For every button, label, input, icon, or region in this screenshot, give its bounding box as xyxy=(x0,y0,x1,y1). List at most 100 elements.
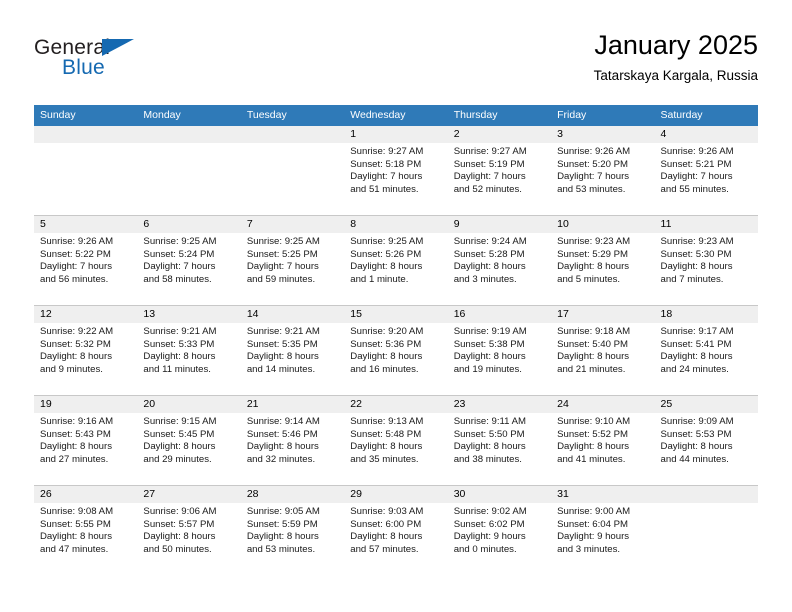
calendar-day-cell[interactable]: Sunrise: 9:14 AM Sunset: 5:46 PM Daylight:… xyxy=(241,413,344,485)
day-number-empty xyxy=(655,486,758,503)
calendar-day-cell[interactable]: Sunrise: 9:13 AM Sunset: 5:48 PM Daylight:… xyxy=(344,413,447,485)
sunset-text: Sunset: 5:59 PM xyxy=(246,518,318,530)
day-number[interactable]: 5 xyxy=(34,216,137,233)
calendar-day-cell[interactable]: Sunrise: 9:21 AM Sunset: 5:35 PM Daylight:… xyxy=(241,323,344,395)
day-number[interactable]: 11 xyxy=(655,216,758,233)
calendar-day-cell-empty xyxy=(34,143,137,215)
calendar-day-cell[interactable]: Sunrise: 9:26 AM Sunset: 5:22 PM Daylight:… xyxy=(34,233,137,305)
calendar-day-cell[interactable]: Sunrise: 9:25 AM Sunset: 5:25 PM Daylight:… xyxy=(241,233,344,305)
daylight-text: Daylight: 8 hours xyxy=(246,441,319,453)
calendar-day-cell[interactable]: Sunrise: 9:27 AM Sunset: 5:19 PM Daylight:… xyxy=(448,143,551,215)
calendar-day-cell[interactable]: Sunrise: 9:17 AM Sunset: 5:41 PM Daylight:… xyxy=(655,323,758,395)
day-number[interactable]: 15 xyxy=(344,306,447,323)
week-daynumber-band: 5 6 7 8 9 10 11 xyxy=(34,216,758,233)
sunset-text: Sunset: 5:36 PM xyxy=(350,338,422,350)
day-number[interactable]: 19 xyxy=(34,396,137,413)
calendar-day-cell[interactable]: Sunrise: 9:23 AM Sunset: 5:30 PM Daylight:… xyxy=(655,233,758,305)
calendar-week-row: 5 6 7 8 9 10 11 Sunrise: 9:26 AM Sunset: 5:22 PM… xyxy=(34,215,758,305)
day-number[interactable]: 20 xyxy=(137,396,240,413)
general-blue-logo[interactable]: General Blue xyxy=(34,36,234,88)
sunset-text: Sunset: 5:57 PM xyxy=(143,518,215,530)
calendar-day-cell[interactable]: Sunrise: 9:09 AM Sunset: 5:53 PM Daylight:… xyxy=(655,413,758,485)
day-number[interactable]: 14 xyxy=(241,306,344,323)
calendar-day-cell[interactable]: Sunrise: 9:21 AM Sunset: 5:33 PM Daylight:… xyxy=(137,323,240,395)
day-number[interactable]: 21 xyxy=(241,396,344,413)
day-number[interactable]: 28 xyxy=(241,486,344,503)
calendar-day-cell[interactable]: Sunrise: 9:00 AM Sunset: 6:04 PM Daylight:… xyxy=(551,503,654,575)
sunrise-text: Sunrise: 9:23 AM xyxy=(660,236,734,247)
daylight-text-cont: and 52 minutes. xyxy=(453,183,522,195)
week-body-row: Sunrise: 9:16 AM Sunset: 5:43 PM Daylight:… xyxy=(34,413,758,485)
day-number-empty xyxy=(34,126,137,143)
calendar-day-cell[interactable]: Sunrise: 9:26 AM Sunset: 5:21 PM Daylight:… xyxy=(655,143,758,215)
sunrise-text: Sunrise: 9:05 AM xyxy=(246,506,320,517)
sunrise-text: Sunrise: 9:03 AM xyxy=(350,506,424,517)
day-number[interactable]: 22 xyxy=(344,396,447,413)
calendar-day-cell[interactable]: Sunrise: 9:15 AM Sunset: 5:45 PM Daylight:… xyxy=(137,413,240,485)
daylight-text: Daylight: 8 hours xyxy=(350,441,423,453)
weekday-header-saturday: Saturday xyxy=(660,109,703,121)
day-number[interactable]: 29 xyxy=(344,486,447,503)
week-daynumber-band: 26 27 28 29 30 31 xyxy=(34,486,758,503)
day-number[interactable]: 3 xyxy=(551,126,654,143)
day-number[interactable]: 13 xyxy=(137,306,240,323)
daylight-text-cont: and 38 minutes. xyxy=(453,453,522,465)
calendar-day-cell[interactable]: Sunrise: 9:25 AM Sunset: 5:26 PM Daylight:… xyxy=(344,233,447,305)
sunset-text: Sunset: 5:30 PM xyxy=(660,248,732,260)
day-number[interactable]: 10 xyxy=(551,216,654,233)
day-number[interactable]: 9 xyxy=(448,216,551,233)
sunset-text: Sunset: 5:19 PM xyxy=(453,158,525,170)
day-number[interactable]: 31 xyxy=(551,486,654,503)
calendar-day-cell[interactable]: Sunrise: 9:24 AM Sunset: 5:28 PM Daylight:… xyxy=(448,233,551,305)
calendar-week-row: 12 13 14 15 16 17 18 Sunrise: 9:22 AM Sunset: 5:… xyxy=(34,305,758,395)
calendar-day-cell[interactable]: Sunrise: 9:06 AM Sunset: 5:57 PM Daylight:… xyxy=(137,503,240,575)
location-subtitle: Tatarskaya Kargala, Russia xyxy=(593,68,758,83)
day-number[interactable]: 23 xyxy=(448,396,551,413)
day-number[interactable]: 24 xyxy=(551,396,654,413)
calendar-day-cell[interactable]: Sunrise: 9:02 AM Sunset: 6:02 PM Daylight:… xyxy=(448,503,551,575)
day-number[interactable]: 7 xyxy=(241,216,344,233)
daylight-text-cont: and 53 minutes. xyxy=(246,543,316,555)
daylight-text: Daylight: 9 hours xyxy=(453,531,526,543)
calendar-day-cell[interactable]: Sunrise: 9:25 AM Sunset: 5:24 PM Daylight:… xyxy=(137,233,240,305)
sunrise-text: Sunrise: 9:13 AM xyxy=(350,416,424,427)
day-number[interactable]: 4 xyxy=(655,126,758,143)
sunrise-text: Sunrise: 9:26 AM xyxy=(40,236,114,247)
sunset-text: Sunset: 5:35 PM xyxy=(246,338,318,350)
daylight-text-cont: and 19 minutes. xyxy=(453,363,522,375)
calendar-day-cell[interactable]: Sunrise: 9:26 AM Sunset: 5:20 PM Daylight:… xyxy=(551,143,654,215)
calendar-day-cell[interactable]: Sunrise: 9:23 AM Sunset: 5:29 PM Daylight:… xyxy=(551,233,654,305)
day-number[interactable]: 25 xyxy=(655,396,758,413)
daylight-text-cont: and 24 minutes. xyxy=(660,363,729,375)
weeks-container: 1 2 3 4 Sunrise: 9:27 AM Sunset: 5:18 PM Dayli… xyxy=(34,126,758,575)
day-number[interactable]: 16 xyxy=(448,306,551,323)
daylight-text: Daylight: 7 hours xyxy=(143,261,216,273)
page-title: January 2025 xyxy=(594,30,758,60)
sunset-text: Sunset: 5:52 PM xyxy=(557,428,629,440)
calendar-day-cell[interactable]: Sunrise: 9:03 AM Sunset: 6:00 PM Daylight:… xyxy=(344,503,447,575)
calendar-day-cell[interactable]: Sunrise: 9:11 AM Sunset: 5:50 PM Daylight:… xyxy=(448,413,551,485)
daylight-text: Daylight: 8 hours xyxy=(453,351,526,363)
calendar-day-cell[interactable]: Sunrise: 9:08 AM Sunset: 5:55 PM Daylight:… xyxy=(34,503,137,575)
weekday-header-monday: Monday xyxy=(143,109,181,121)
calendar-day-cell[interactable]: Sunrise: 9:22 AM Sunset: 5:32 PM Daylight:… xyxy=(34,323,137,395)
day-number[interactable]: 2 xyxy=(448,126,551,143)
calendar-day-cell[interactable]: Sunrise: 9:19 AM Sunset: 5:38 PM Daylight:… xyxy=(448,323,551,395)
day-number[interactable]: 26 xyxy=(34,486,137,503)
sunrise-text: Sunrise: 9:25 AM xyxy=(143,236,217,247)
day-number[interactable]: 30 xyxy=(448,486,551,503)
calendar-day-cell[interactable]: Sunrise: 9:10 AM Sunset: 5:52 PM Daylight:… xyxy=(551,413,654,485)
day-number[interactable]: 12 xyxy=(34,306,137,323)
calendar-day-cell[interactable]: Sunrise: 9:18 AM Sunset: 5:40 PM Daylight:… xyxy=(551,323,654,395)
day-number[interactable]: 27 xyxy=(137,486,240,503)
day-number[interactable]: 8 xyxy=(344,216,447,233)
day-number[interactable]: 18 xyxy=(655,306,758,323)
daylight-text-cont: and 16 minutes. xyxy=(350,363,419,375)
calendar-day-cell[interactable]: Sunrise: 9:27 AM Sunset: 5:18 PM Daylight:… xyxy=(344,143,447,215)
calendar-day-cell[interactable]: Sunrise: 9:05 AM Sunset: 5:59 PM Daylight:… xyxy=(241,503,344,575)
calendar-day-cell[interactable]: Sunrise: 9:20 AM Sunset: 5:36 PM Daylight:… xyxy=(344,323,447,395)
calendar-day-cell[interactable]: Sunrise: 9:16 AM Sunset: 5:43 PM Daylight:… xyxy=(34,413,137,485)
day-number[interactable]: 17 xyxy=(551,306,654,323)
day-number[interactable]: 1 xyxy=(344,126,447,143)
day-number[interactable]: 6 xyxy=(137,216,240,233)
